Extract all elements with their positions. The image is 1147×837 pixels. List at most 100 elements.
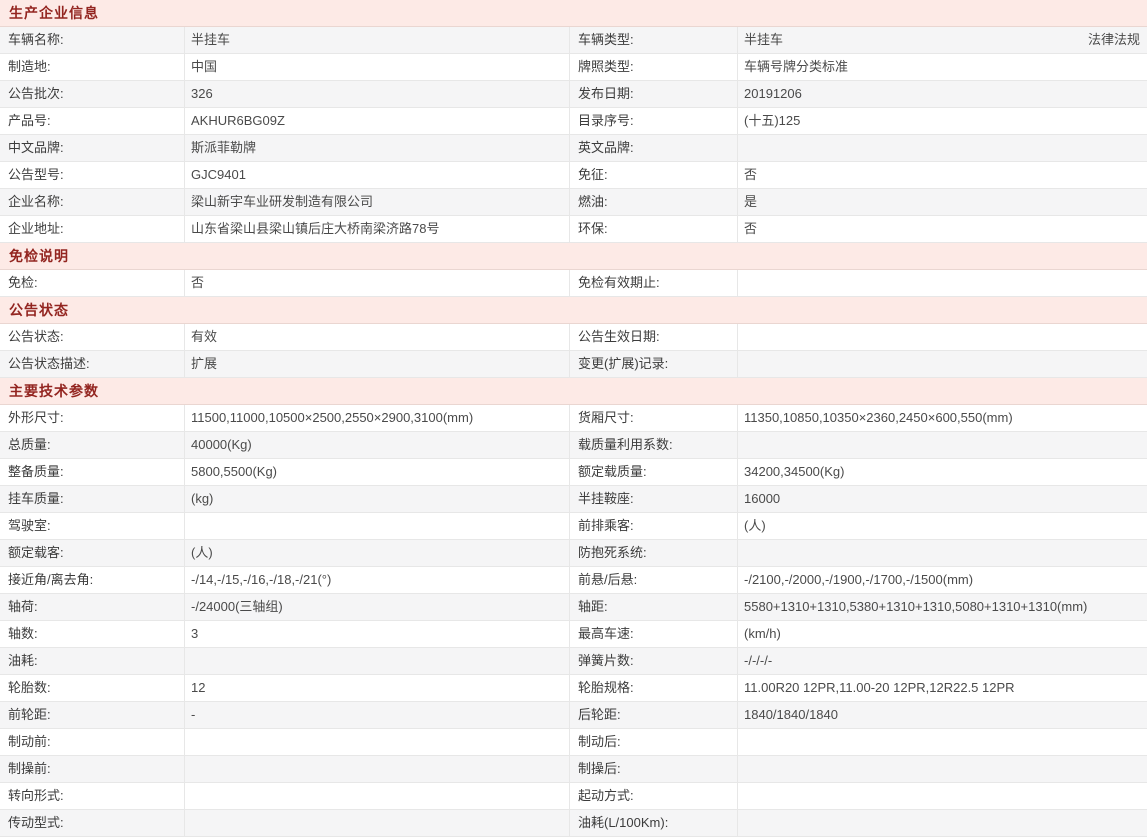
field-value [185,783,570,809]
table-row: 轴荷:-/24000(三轴组)轴距:5580+1310+1310,5380+13… [0,594,1147,621]
field-value: 扩展 [185,351,570,377]
field-label: 免检: [0,270,185,296]
field-label-text: 轴距: [578,599,608,614]
field-value: (十五)125 [738,108,1147,134]
field-value-text: (十五)125 [744,113,800,128]
section-title: 主要技术参数 [9,383,99,399]
field-label-text: 轴荷: [8,599,38,614]
table-row: 制操前:制操后: [0,756,1147,783]
field-label: 公告生效日期: [570,324,738,350]
field-label: 轮胎数: [0,675,185,701]
section-title: 免检说明 [9,248,69,264]
table-row: 挂车质量:(kg) 半挂鞍座: 16000 [0,486,1147,513]
table-row: 外形尺寸: 11500,11000,10500×2500,2550×2900,31… [0,405,1147,432]
field-value [738,540,1147,566]
field-label-text: 轮胎规格: [578,680,634,695]
field-label-text: 货厢尺寸: [578,410,634,425]
field-label: 起动方式: [570,783,738,809]
field-label: 英文品牌: [570,135,738,161]
field-value-text: 11500,11000,10500×2500,2550×2900,3100(mm… [191,410,473,425]
table-row: 车辆名称:半挂车车辆类型:半挂车法律法规 [0,27,1147,54]
field-label-text: 外形尺寸: [8,410,64,425]
table-row: 制动前:制动后: [0,729,1147,756]
field-value: 11.00R20 12PR,11.00-20 12PR,12R22.5 12PR [738,675,1147,701]
field-label-text: 企业名称: [8,194,64,209]
table-row: 接近角/离去角:-/14,-/15,-/16,-/18,-/21(°)前悬/后悬… [0,567,1147,594]
field-label-text: 轴数: [8,626,38,641]
table-row: 转向形式: 起动方式: [0,783,1147,810]
field-value [738,351,1147,377]
field-label-text: 公告批次: [8,86,64,101]
field-value: 否 [738,216,1147,242]
field-value [185,810,570,836]
field-label-text: 驾驶室: [8,518,51,533]
field-value-text: 12 [191,680,205,695]
field-label: 前排乘客: [570,513,738,539]
field-label-text: 整备质量: [8,464,64,479]
field-label: 牌照类型: [570,54,738,80]
field-label: 防抱死系统: [570,540,738,566]
field-value: -/-/-/- [738,648,1147,674]
field-value: 11350,10850,10350×2360,2450×600,550(mm) [738,405,1147,431]
field-label-text: 制动后: [578,734,621,749]
field-label-text: 企业地址: [8,221,64,236]
field-value: 半挂车 法律法规 [738,27,1147,53]
legal-link[interactable]: 法律法规 [1088,27,1140,53]
field-label-text: 发布日期: [578,86,634,101]
field-label: 制操后: [570,756,738,782]
field-label: 制动后: [570,729,738,755]
field-label-text: 公告型号: [8,167,64,182]
field-value: 否 [185,270,570,296]
field-label: 后轮距: [570,702,738,728]
field-label: 产品号: [0,108,185,134]
field-value-text: 40000(Kg) [191,437,252,452]
field-label: 目录序号: [570,108,738,134]
field-value: -/24000(三轴组) [185,594,570,620]
field-value-text: 5800,5500(Kg) [191,464,277,479]
field-value-text: -/14,-/15,-/16,-/18,-/21(°) [191,572,331,587]
field-value-text: 11350,10850,10350×2360,2450×600,550(mm) [744,410,1013,425]
field-value: (km/h) [738,621,1147,647]
field-value-text: 否 [191,275,204,290]
field-label-text: 公告状态: [8,329,64,344]
field-value-text: 20191206 [744,86,802,101]
field-label: 环保: [570,216,738,242]
field-value: 326 [185,81,570,107]
field-label: 弹簧片数: [570,648,738,674]
field-label-text: 额定载质量: [578,464,647,479]
field-label-text: 免征: [578,167,608,182]
field-value-text: 扩展 [191,356,217,371]
field-value: 有效 [185,324,570,350]
field-value-text: 斯派菲勒牌 [191,140,256,155]
field-label: 车辆名称: [0,27,185,53]
field-label-text: 英文品牌: [578,140,634,155]
table-row: 传动型式: 油耗(L/100Km): [0,810,1147,837]
table-row: 油耗:弹簧片数:-/-/-/- [0,648,1147,675]
section-title: 生产企业信息 [9,5,99,21]
field-value: (kg) [185,486,570,512]
field-value: -/2100,-/2000,-/1900,-/1700,-/1500(mm) [738,567,1147,593]
field-value-text: 半挂车 [744,32,783,47]
field-label: 转向形式: [0,783,185,809]
field-label-text: 载质量利用系数: [578,437,673,452]
field-label: 发布日期: [570,81,738,107]
field-value: - [185,702,570,728]
field-label-text: 半挂鞍座: [578,491,634,506]
table-row: 总质量:40000(Kg)载质量利用系数: [0,432,1147,459]
table-row: 企业地址:山东省梁山县梁山镇后庄大桥南梁济路78号环保:否 [0,216,1147,243]
field-value-text: 16000 [744,491,780,506]
field-label: 制造地: [0,54,185,80]
field-label-text: 前悬/后悬: [578,572,637,587]
field-value-text: 326 [191,86,213,101]
field-label: 公告状态描述: [0,351,185,377]
field-label: 外形尺寸: [0,405,185,431]
field-value [185,513,570,539]
field-label-text: 油耗(L/100Km): [578,815,668,830]
field-value-text: 半挂车 [191,32,230,47]
field-label: 挂车质量: [0,486,185,512]
field-value-text: 有效 [191,329,217,344]
field-label-text: 传动型式: [8,815,64,830]
field-label-text: 制造地: [8,59,51,74]
field-label: 额定载质量: [570,459,738,485]
field-value [738,270,1147,296]
